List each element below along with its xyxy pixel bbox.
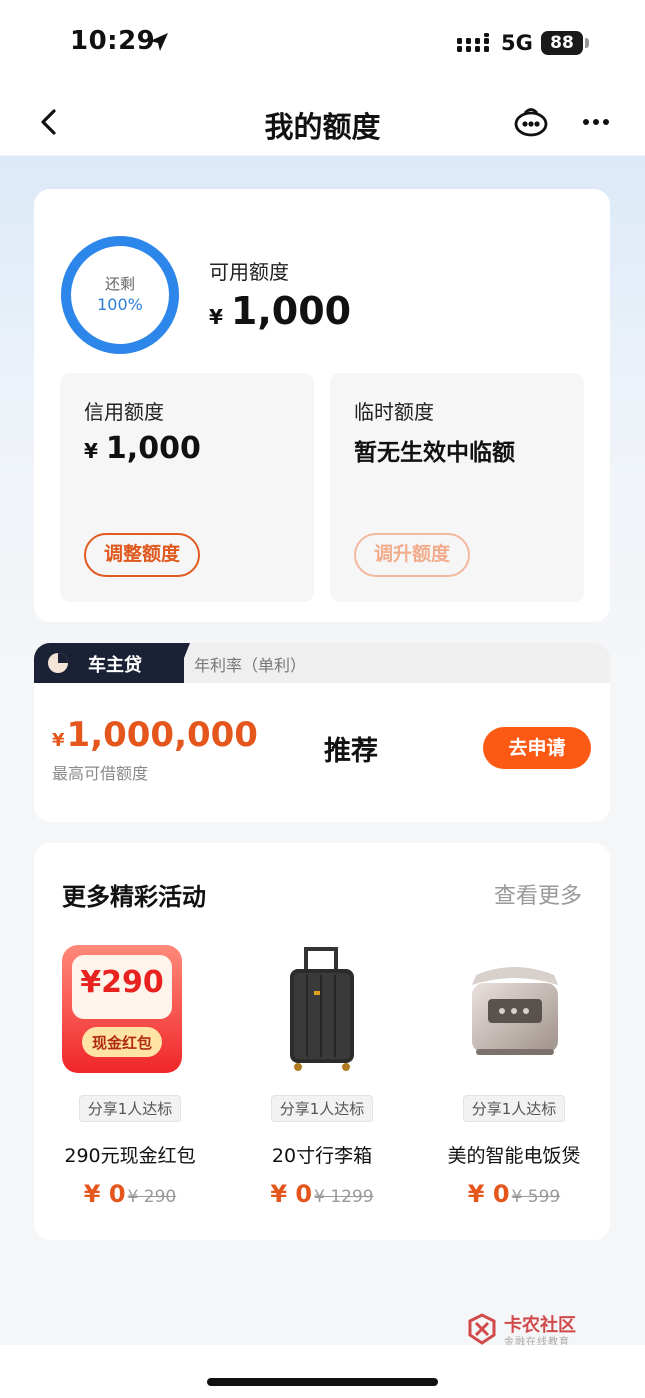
- loan-amount-caption: 最高可借额度: [52, 764, 149, 783]
- raise-quota-button[interactable]: 调升额度: [354, 533, 471, 577]
- signal-icon: [457, 33, 489, 52]
- network-label: 5G: [501, 31, 533, 55]
- activities-title: 更多精彩活动: [62, 883, 206, 911]
- red-packet-amount: ¥290: [80, 965, 164, 1000]
- temporary-value: 暂无生效中临额: [354, 440, 515, 466]
- available-amount-value: 1,000: [230, 289, 352, 333]
- activity-item-suitcase[interactable]: 分享1人达标 20寸行李箱 ¥ 0 ¥ 1299: [226, 945, 418, 1208]
- currency-symbol: ¥: [84, 439, 98, 463]
- price-now: ¥ 0: [270, 1180, 313, 1208]
- suitcase-icon: [290, 947, 354, 1071]
- activities-card: 更多精彩活动 查看更多 ¥290 现金红包 分享1人达标 290元现金红包 ¥ …: [34, 843, 610, 1240]
- view-more-link[interactable]: 查看更多: [494, 878, 582, 910]
- status-time: 10:29: [70, 26, 156, 56]
- activity-name: 20寸行李箱: [271, 1145, 373, 1167]
- temporary-label: 临时额度: [354, 400, 434, 424]
- adjust-quota-button[interactable]: 调整额度: [84, 533, 201, 577]
- home-indicator[interactable]: [207, 1378, 438, 1386]
- temporary-quota-box: 临时额度 暂无生效中临额 调升额度: [330, 373, 584, 602]
- loan-card[interactable]: 车主贷 年利率（单利） ¥1,000,000 最高可借额度 推荐 去申请: [34, 643, 610, 822]
- loan-amount: ¥1,000,000: [52, 715, 258, 755]
- activity-price: ¥ 0 ¥ 1299: [226, 1180, 418, 1208]
- activity-name: 290元现金红包: [64, 1145, 196, 1167]
- available-label: 可用额度: [209, 260, 289, 284]
- activity-price: ¥ 0 ¥ 599: [418, 1180, 610, 1208]
- ring-caption: 还剩: [104, 275, 135, 293]
- location-arrow-icon: [150, 33, 168, 51]
- pie-chart-icon: [48, 653, 68, 673]
- watermark-logo-icon: [468, 1313, 496, 1345]
- red-packet-tag: 现金红包: [91, 1034, 152, 1052]
- red-packet-icon: ¥290 现金红包: [58, 945, 202, 1075]
- currency-symbol: ¥: [209, 305, 223, 329]
- battery-tip: [585, 38, 589, 48]
- loan-amount-value: 1,000,000: [66, 715, 258, 755]
- activity-price: ¥ 0 ¥ 290: [34, 1180, 226, 1208]
- watermark: 卡农社区 金融在线教育: [466, 1311, 586, 1348]
- credit-amount: ¥1,000: [84, 431, 201, 466]
- status-bar: 10:29 5G 88: [0, 0, 645, 90]
- loan-rate-label: 年利率（单利）: [194, 656, 307, 675]
- battery-icon: 88: [541, 31, 583, 55]
- rice-cooker-icon: [472, 967, 558, 1055]
- loan-recommend: 推荐: [324, 736, 378, 767]
- credit-quota-box: 信用额度 ¥1,000 调整额度: [60, 373, 314, 602]
- activity-badge-text: 分享1人达标: [78, 1095, 182, 1122]
- apply-button[interactable]: 去申请: [483, 727, 591, 769]
- available-amount: ¥1,000: [209, 289, 351, 333]
- credit-amount-value: 1,000: [105, 431, 201, 466]
- credit-label: 信用额度: [84, 400, 164, 424]
- loan-tag-slant: [174, 643, 190, 683]
- currency-symbol: ¥: [52, 730, 65, 751]
- chat-bot-icon[interactable]: [511, 102, 551, 142]
- price-old: ¥ 290: [127, 1187, 177, 1207]
- activity-item-red-packet[interactable]: ¥290 现金红包 分享1人达标 290元现金红包 ¥ 0 ¥ 290: [34, 945, 226, 1208]
- price-now: ¥ 0: [467, 1180, 510, 1208]
- activity-badge-text: 分享1人达标: [462, 1095, 566, 1122]
- loan-name: 车主贷: [88, 655, 142, 676]
- price-now: ¥ 0: [83, 1180, 126, 1208]
- bottom-strip: [0, 1345, 645, 1398]
- activity-badge: 分享1人达标: [226, 1095, 418, 1122]
- more-icon[interactable]: [580, 105, 614, 139]
- activity-badge-text: 分享1人达标: [270, 1095, 374, 1122]
- activity-name: 美的智能电饭煲: [447, 1145, 581, 1167]
- activity-badge: 分享1人达标: [418, 1095, 610, 1122]
- activity-item-rice-cooker[interactable]: 分享1人达标 美的智能电饭煲 ¥ 0 ¥ 599: [418, 945, 610, 1208]
- nav-bar: 我的额度: [0, 90, 645, 155]
- price-old: ¥ 1299: [314, 1187, 374, 1207]
- ring-percent: 100%: [97, 295, 143, 314]
- quota-card: 还剩 100% 可用额度 ¥1,000 信用额度 ¥1,000 调整额度 临时额…: [34, 189, 610, 622]
- activity-badge: 分享1人达标: [34, 1095, 226, 1122]
- price-old: ¥ 599: [511, 1187, 561, 1207]
